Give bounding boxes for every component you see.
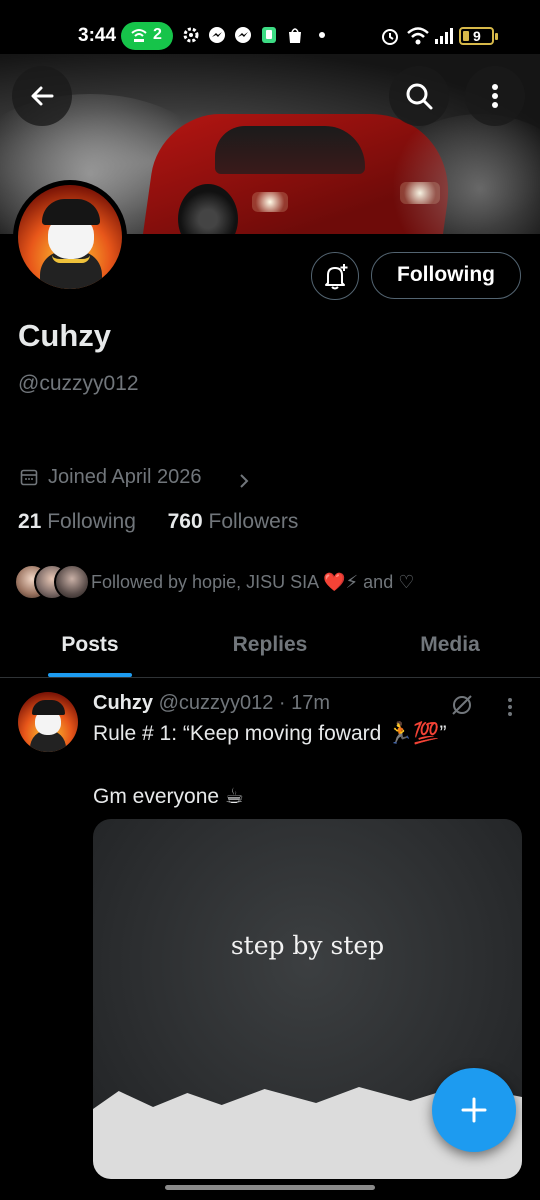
grok-icon[interactable] bbox=[449, 692, 475, 723]
followers-count: 760 bbox=[167, 510, 203, 533]
post-author-avatar[interactable] bbox=[18, 692, 78, 752]
tab-media[interactable]: Media bbox=[360, 620, 540, 678]
messenger-icon bbox=[234, 26, 252, 44]
more-vertical-icon bbox=[492, 84, 498, 108]
profile-tabs: Posts Replies Media bbox=[0, 620, 540, 678]
back-button[interactable] bbox=[12, 66, 72, 126]
followed-by-row[interactable]: Followed by hopie, JISU SIA ❤️⚡ and ♡ bbox=[14, 564, 534, 600]
profile-name: Cuhzy bbox=[18, 318, 111, 353]
dot-icon bbox=[316, 26, 334, 44]
compose-button[interactable] bbox=[432, 1068, 516, 1152]
phone-app-icon bbox=[260, 26, 278, 44]
wifi-icon bbox=[406, 26, 430, 45]
shopping-icon bbox=[286, 26, 304, 44]
plus-icon bbox=[461, 1097, 487, 1123]
active-tab-indicator bbox=[48, 673, 132, 677]
following-count-link[interactable]: 21 Following bbox=[18, 510, 136, 533]
status-time: 3:44 bbox=[78, 25, 117, 46]
follow-counts: 21 Following 760 Followers bbox=[18, 510, 298, 534]
media-caption: step by step bbox=[230, 931, 385, 960]
post-more-icon[interactable] bbox=[502, 696, 518, 723]
post-author-name[interactable]: Cuhzy bbox=[93, 692, 153, 714]
following-count: 21 bbox=[18, 510, 42, 533]
home-indicator[interactable] bbox=[165, 1185, 375, 1190]
following-button[interactable]: Following bbox=[371, 252, 521, 299]
status-bar: 3:44 2 9 bbox=[0, 0, 540, 54]
more-options-button[interactable] bbox=[465, 66, 525, 126]
follower-avatar bbox=[54, 564, 90, 600]
hotspot-count: 2 bbox=[153, 26, 162, 43]
tab-replies[interactable]: Replies bbox=[180, 620, 360, 678]
post-time: · 17m bbox=[278, 692, 331, 714]
search-icon bbox=[406, 83, 433, 110]
hotspot-icon bbox=[130, 26, 148, 49]
calendar-icon bbox=[20, 469, 38, 486]
signal-icon bbox=[434, 26, 456, 44]
bell-plus-icon bbox=[325, 264, 348, 290]
post-author-handle[interactable]: @cuzzyy012 bbox=[159, 692, 274, 714]
arrow-left-icon bbox=[31, 86, 54, 106]
followed-by-text: Followed by hopie, JISU SIA ❤️⚡ and ♡ bbox=[91, 572, 415, 592]
profile-handle: @cuzzyy012 bbox=[18, 372, 139, 395]
post-text-line: Rule # 1: “Keep moving foward 🏃💯” bbox=[93, 722, 447, 745]
battery-icon: 9 bbox=[459, 27, 498, 45]
search-button[interactable] bbox=[389, 66, 449, 126]
post-text-line: Gm everyone ☕ bbox=[93, 785, 244, 808]
battery-level: 9 bbox=[473, 28, 481, 44]
hotspot-pill[interactable]: 2 bbox=[121, 22, 173, 50]
profile-avatar[interactable] bbox=[13, 180, 127, 294]
alarm-icon bbox=[380, 26, 398, 45]
messenger-icon bbox=[208, 26, 226, 44]
joined-date: Joined April 2026 bbox=[48, 466, 202, 488]
following-label: Following bbox=[47, 510, 136, 533]
followers-label: Followers bbox=[208, 510, 299, 533]
notifications-button[interactable] bbox=[311, 252, 359, 300]
post-header: Cuhzy @cuzzyy012 · 17m bbox=[93, 692, 330, 715]
tab-posts[interactable]: Posts bbox=[0, 620, 180, 678]
followers-count-link[interactable]: 760 Followers bbox=[168, 510, 299, 533]
gear-icon bbox=[182, 26, 200, 44]
